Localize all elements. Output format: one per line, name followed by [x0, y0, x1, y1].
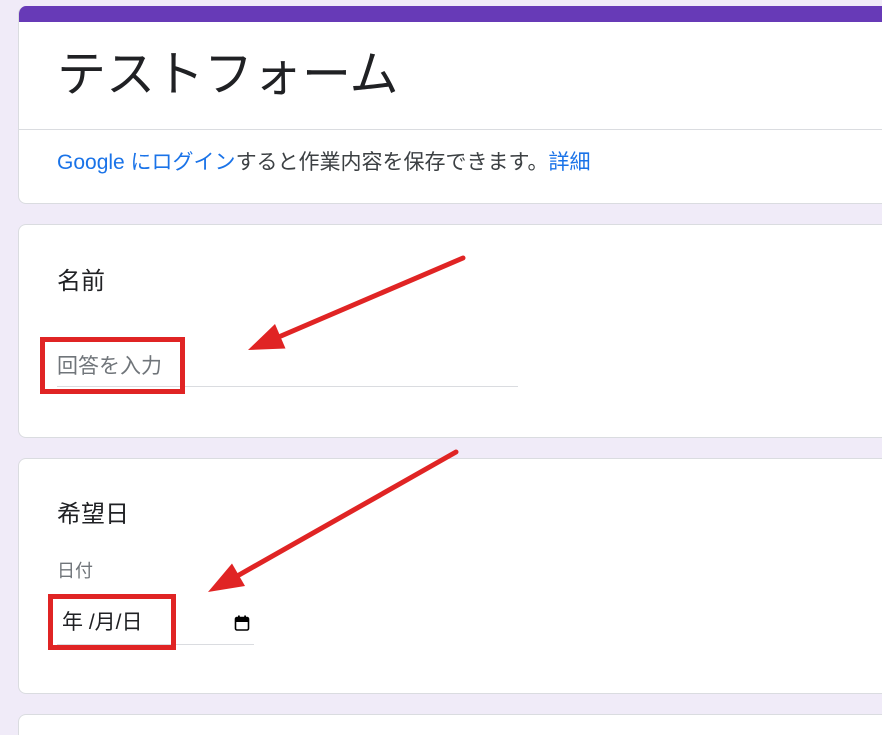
date-sublabel: 日付	[57, 561, 93, 581]
login-notice: Google にログインすると作業内容を保存できます。詳細	[57, 150, 590, 176]
name-answer-input[interactable]	[57, 347, 518, 387]
form-header-accent-bar	[19, 6, 882, 22]
details-link[interactable]: 詳細	[548, 151, 590, 174]
google-login-link[interactable]: Google にログイン	[57, 151, 236, 174]
calendar-icon[interactable]	[234, 615, 250, 631]
question-card-next	[18, 714, 882, 735]
question-title: 名前	[57, 268, 105, 295]
question-title: 希望日	[57, 501, 129, 528]
header-divider	[19, 129, 882, 130]
date-input[interactable]: 年 /月/日	[57, 601, 254, 645]
question-card-name: 名前	[18, 224, 882, 438]
login-notice-text: すると作業内容を保存できます。	[235, 151, 549, 174]
question-card-date: 希望日 日付 年 /月/日	[18, 458, 882, 694]
form-title: テストフォーム	[57, 48, 399, 102]
form-header-card: テストフォーム Google にログインすると作業内容を保存できます。詳細	[18, 6, 882, 204]
date-input-placeholder: 年 /月/日	[62, 610, 143, 634]
